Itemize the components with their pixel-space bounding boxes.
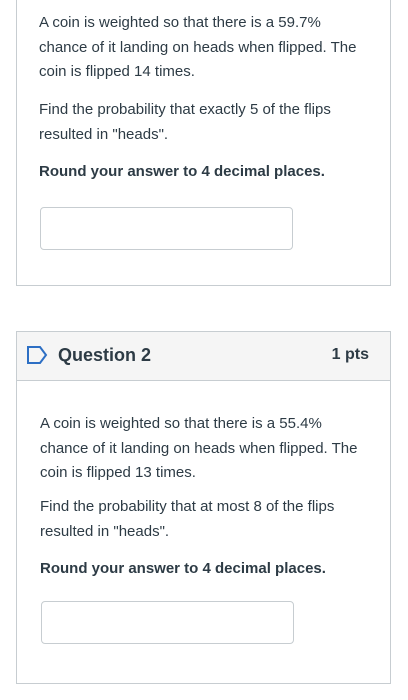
question-1-answer-input[interactable] [40,207,293,250]
question-2-card: Question 2 1 pts A coin is weighted so t… [16,331,391,684]
flag-outline-icon[interactable] [26,345,48,370]
question-2-stem: A coin is weighted so that there is a 55… [40,415,358,481]
question-1-card: A coin is weighted so that there is a 59… [16,0,391,286]
question-2-answer-input[interactable] [41,601,294,644]
question-2-header: Question 2 1 pts [17,332,390,381]
question-1-instruction: Round your answer to 4 decimal places. [39,163,325,180]
question-2-prompt: Find the probability that at most 8 of t… [40,498,335,540]
question-points: 1 pts [331,346,369,363]
question-1-prompt: Find the probability that exactly 5 of t… [39,101,331,143]
question-2-instruction: Round your answer to 4 decimal places. [40,560,326,577]
flag-outline-icon-svg [27,346,48,364]
question-1-stem: A coin is weighted so that there is a 59… [39,14,357,80]
question-title: Question 2 [58,345,152,365]
